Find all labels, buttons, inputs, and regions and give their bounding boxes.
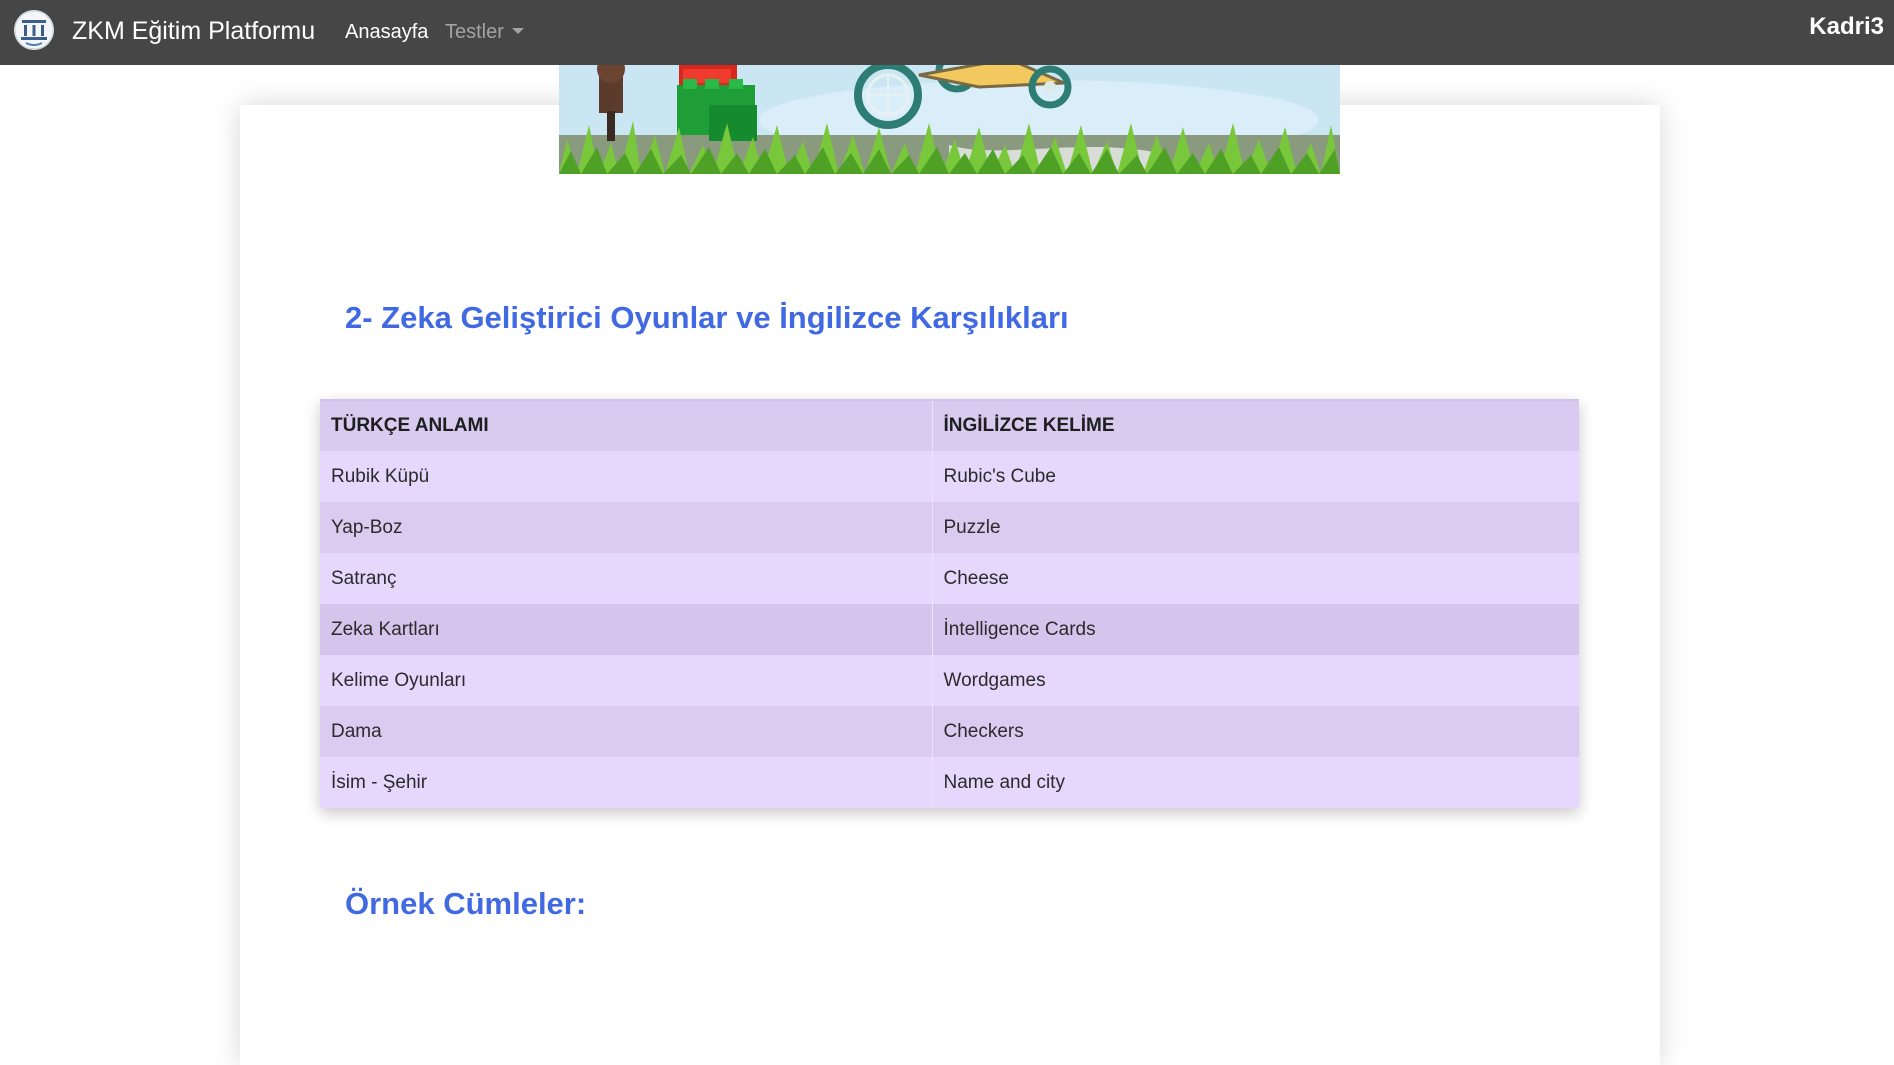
table-row: Yap-Boz Puzzle <box>320 502 1579 553</box>
nav-tests-dropdown[interactable]: Testler <box>445 19 524 45</box>
table-row: İsim - Şehir Name and city <box>320 757 1579 808</box>
table-row: Kelime Oyunları Wordgames <box>320 655 1579 706</box>
turkish-word: Dama <box>320 706 933 757</box>
english-word: Rubic's Cube <box>932 451 1579 502</box>
english-word: Puzzle <box>932 502 1579 553</box>
nav-home-link[interactable]: Anasayfa <box>345 19 428 45</box>
table-header-row: TÜRKÇE ANLAMI İNGİLİZCE KELİME <box>320 399 1579 451</box>
english-word: Checkers <box>932 706 1579 757</box>
user-name[interactable]: Kadri3 <box>1809 12 1884 42</box>
hero-image <box>559 65 1340 174</box>
english-word: Name and city <box>932 757 1579 808</box>
english-word: Cheese <box>932 553 1579 604</box>
turkish-word: Zeka Kartları <box>320 604 933 655</box>
table-row: Rubik Küpü Rubic's Cube <box>320 451 1579 502</box>
brand-name[interactable]: ZKM Eğitim Platformu <box>72 15 315 47</box>
brand-emblem-icon <box>14 10 54 50</box>
turkish-word: Yap-Boz <box>320 502 933 553</box>
column-header-turkish: TÜRKÇE ANLAMI <box>320 399 933 451</box>
table-row: Dama Checkers <box>320 706 1579 757</box>
brand-logo-icon[interactable] <box>14 10 54 50</box>
table-row: Satranç Cheese <box>320 553 1579 604</box>
top-navbar: ZKM Eğitim Platformu Anasayfa Testler Ka… <box>0 0 1894 65</box>
english-word: Wordgames <box>932 655 1579 706</box>
table-row: Zeka Kartları İntelligence Cards <box>320 604 1579 655</box>
hero-illustration <box>559 65 1340 174</box>
turkish-word: Kelime Oyunları <box>320 655 933 706</box>
nav-tests-label: Testler <box>445 21 504 43</box>
chevron-down-icon <box>511 28 524 34</box>
english-word: İntelligence Cards <box>932 604 1579 655</box>
column-header-english: İNGİLİZCE KELİME <box>932 399 1579 451</box>
turkish-word: Satranç <box>320 553 933 604</box>
vocabulary-table: TÜRKÇE ANLAMI İNGİLİZCE KELİME Rubik Küp… <box>320 399 1579 808</box>
example-sentences-title: Örnek Cümleler: <box>345 886 587 921</box>
section-title: 2- Zeka Geliştirici Oyunlar ve İngilizce… <box>345 300 1069 335</box>
turkish-word: İsim - Şehir <box>320 757 933 808</box>
turkish-word: Rubik Küpü <box>320 451 933 502</box>
